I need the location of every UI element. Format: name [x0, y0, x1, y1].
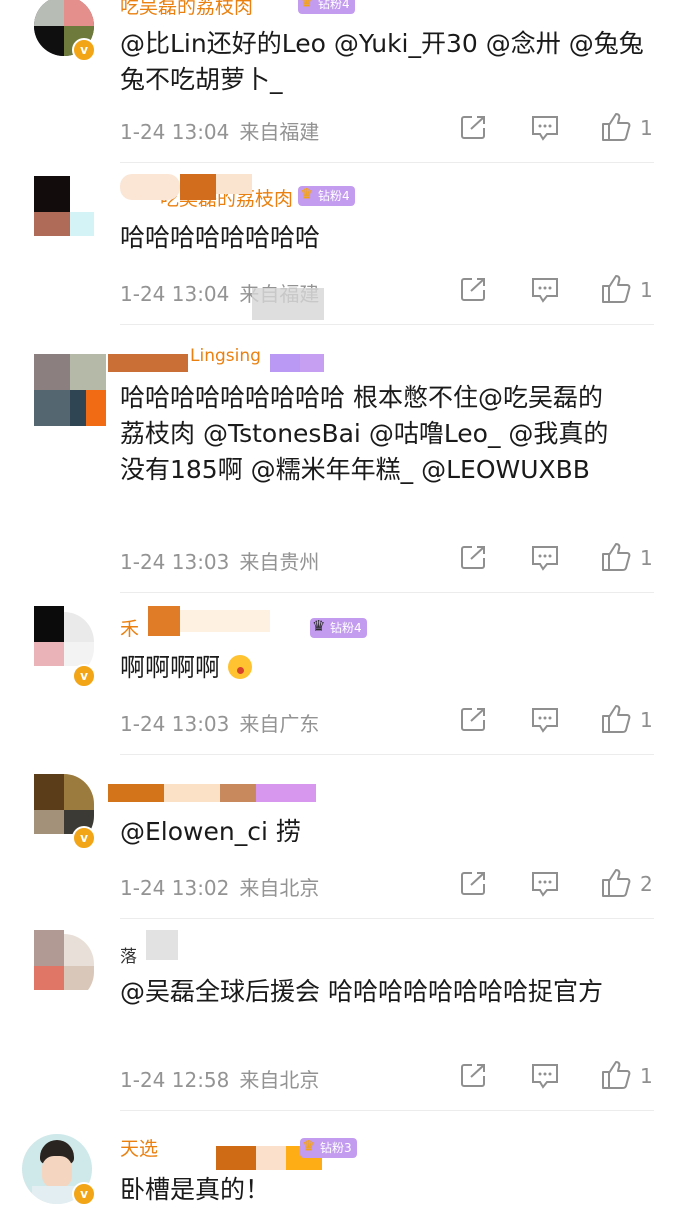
comment-item: v 吃吴磊的荔枝肉 ♛ 钻粉4 @比Lin还好的Leo @Yuki_开30 @念…	[0, 0, 674, 162]
comment-location: 来自北京	[239, 876, 320, 900]
comment-meta: 1-24 13:04 来自福建	[120, 116, 319, 145]
comment-meta: 1-24 13:02 来自北京	[120, 872, 319, 901]
fan-badge: ♛ 钻粉4	[298, 0, 355, 14]
comment-text: 卧槽是真的！	[120, 1175, 271, 1204]
thumbs-up-icon[interactable]	[600, 867, 632, 899]
repost-icon[interactable]	[460, 706, 488, 732]
repost-icon[interactable]	[460, 544, 488, 570]
like-count: 1	[640, 546, 653, 570]
comment-time: 1-24 13:03	[120, 712, 230, 736]
thumbs-up-icon[interactable]	[600, 273, 632, 305]
repost-icon[interactable]	[460, 276, 488, 302]
verified-badge-icon: v	[72, 664, 96, 688]
comment-meta: 1-24 13:03 来自贵州	[120, 546, 319, 575]
thumbs-up-icon[interactable]	[600, 1059, 632, 1091]
crown-icon: ♛	[300, 185, 314, 203]
repost-icon[interactable]	[460, 1062, 488, 1088]
comment-time: 1-24 12:58	[120, 1068, 230, 1092]
avatar[interactable]	[34, 176, 94, 236]
like-count: 1	[640, 278, 653, 302]
crown-icon: ♛	[300, 0, 314, 11]
comment-icon[interactable]	[530, 544, 560, 572]
like-count: 1	[640, 116, 653, 140]
fan-badge-label: 钻粉4	[318, 0, 350, 11]
comment-meta: 1-24 12:58 来自北京	[120, 1064, 319, 1093]
fan-badge: ♛ 钻粉3	[300, 1137, 357, 1158]
comment-time: 1-24 13:02	[120, 876, 230, 900]
fan-badge: ♛ 钻粉4	[310, 617, 367, 638]
comment-text: @吴磊全球后援会 哈哈哈哈哈哈哈哈捉官方	[120, 977, 603, 1006]
avatar[interactable]	[34, 606, 94, 666]
fan-badge-label: 钻粉4	[318, 189, 350, 203]
comment-location: 来自广东	[239, 712, 320, 736]
username[interactable]: Lingsing	[190, 346, 261, 366]
comment-time: 1-24 13:03	[120, 550, 230, 574]
repost-icon[interactable]	[460, 870, 488, 896]
comment-text: 哈哈哈哈哈哈哈哈	[120, 223, 321, 252]
comment-icon[interactable]	[530, 114, 560, 142]
comment-item: v @Elowen_ci 捞 1-24 13:02 来自北京 2	[0, 754, 674, 918]
comment-item: Lingsing 哈哈哈哈哈哈哈哈哈 根本憋不住@吃吴磊的荔枝肉 @Tstone…	[0, 324, 674, 592]
comment-meta: 1-24 13:03 来自广东	[120, 708, 319, 737]
like-count: 1	[640, 1064, 653, 1088]
verified-badge-icon: v	[72, 1182, 96, 1206]
like-count: 2	[640, 872, 653, 896]
comment-time: 1-24 13:04	[120, 282, 230, 306]
comment-item: 吃吴磊的荔枝肉 ♛ 钻粉4 哈哈哈哈哈哈哈哈 1-24 13:04来自福建 1	[0, 162, 674, 324]
comment-location: 来自贵州	[239, 550, 320, 574]
comment-text-body: 啊啊啊啊	[120, 653, 221, 682]
username[interactable]: 落	[120, 942, 137, 967]
comment-location: 来自福建	[239, 120, 320, 144]
comment-time: 1-24 13:04	[120, 120, 230, 144]
avatar[interactable]	[34, 930, 94, 990]
thumbs-up-icon[interactable]	[600, 703, 632, 735]
comment-icon[interactable]	[530, 870, 560, 898]
comment-item: v 天选 ♛ 钻粉3 卧槽是真的！	[0, 1110, 674, 1226]
comment-text: 哈哈哈哈哈哈哈哈哈 根本憋不住@吃吴磊的荔枝肉 @TstonesBai @咕噜L…	[120, 383, 609, 484]
comment-icon[interactable]	[530, 276, 560, 304]
verified-badge-icon: v	[72, 826, 96, 850]
comment-icon[interactable]	[530, 706, 560, 734]
comment-text: @Elowen_ci 捞	[120, 817, 301, 846]
thumbs-up-icon[interactable]	[600, 111, 632, 143]
comment-icon[interactable]	[530, 1062, 560, 1090]
username[interactable]: 禾	[120, 614, 139, 641]
username[interactable]: 吃吴磊的荔枝肉	[120, 0, 253, 19]
crown-icon: ♛	[312, 617, 326, 635]
like-count: 1	[640, 708, 653, 732]
avatar[interactable]	[34, 354, 106, 426]
username[interactable]: 天选	[120, 1134, 158, 1161]
verified-badge-icon: v	[72, 38, 96, 62]
crown-icon: ♛	[302, 1137, 316, 1155]
comment-text: 啊啊啊啊	[120, 650, 650, 686]
comment-text: @比Lin还好的Leo @Yuki_开30 @念卅 @兔兔兔不吃胡萝卜_	[120, 29, 644, 94]
avatar[interactable]	[34, 774, 94, 834]
comment-item: v 禾 ♛ 钻粉4 啊啊啊啊 1-24 13:03 来自广东 1	[0, 592, 674, 754]
fan-badge: ♛ 钻粉4	[298, 185, 355, 206]
fan-badge-label: 钻粉4	[330, 621, 362, 635]
comment-item: 落 @吴磊全球后援会 哈哈哈哈哈哈哈哈捉官方 1-24 12:58 来自北京 1	[0, 918, 674, 1110]
repost-icon[interactable]	[460, 114, 488, 140]
fan-badge-label: 钻粉3	[320, 1141, 352, 1155]
emoji-face-icon	[227, 655, 252, 679]
comment-location: 来自北京	[239, 1068, 320, 1092]
thumbs-up-icon[interactable]	[600, 541, 632, 573]
